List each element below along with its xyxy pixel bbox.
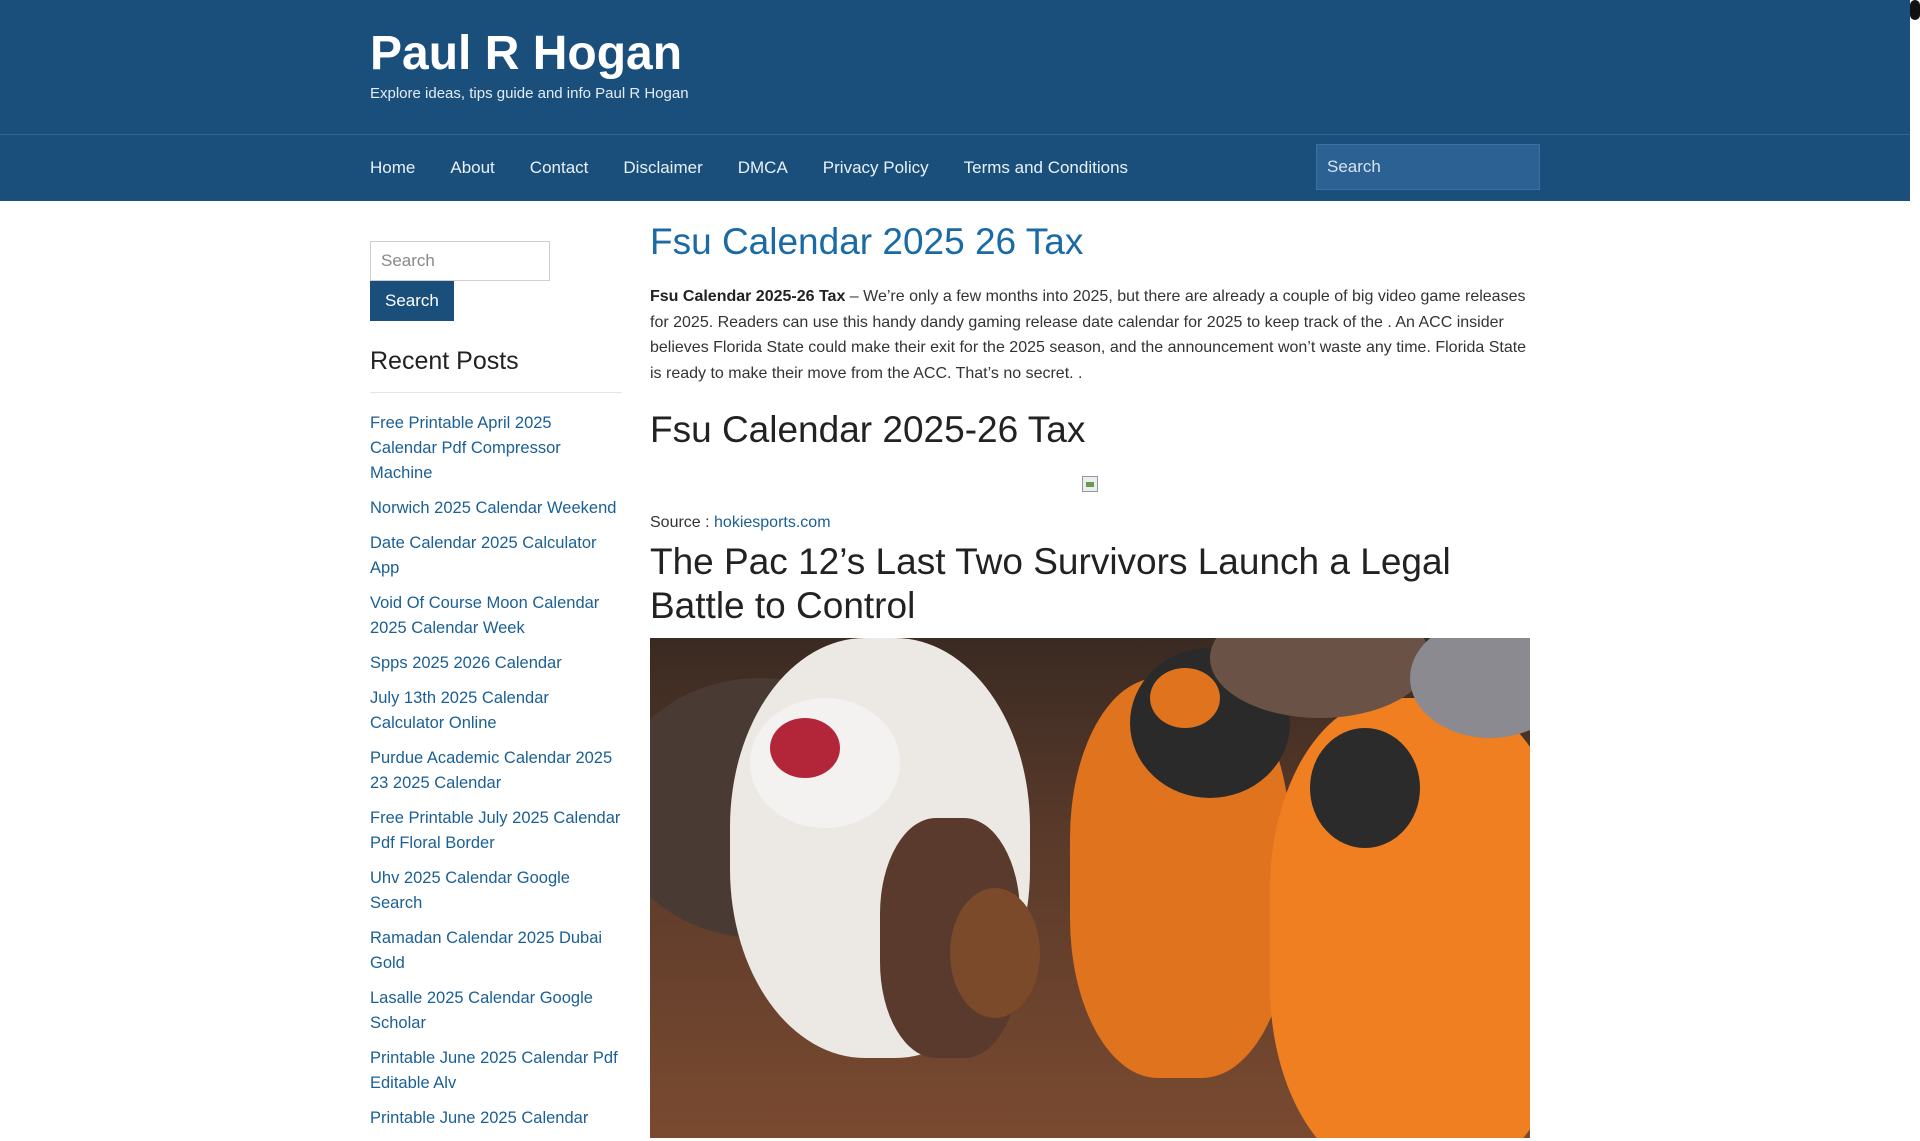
nav-home[interactable]: Home	[370, 158, 415, 178]
recent-post-link[interactable]: Uhv 2025 Calendar Google Search	[370, 869, 570, 912]
broken-image-icon	[1082, 476, 1098, 492]
recent-post-link[interactable]: Printable June 2025 Calendar	[370, 1109, 588, 1127]
article: Fsu Calendar 2025 26 Tax Fsu Calendar 20…	[650, 220, 1530, 1138]
intro-keyword: Fsu Calendar 2025-26 Tax	[650, 288, 846, 305]
article-subheading: Fsu Calendar 2025-26 Tax	[650, 409, 1086, 450]
recent-posts-list: Free Printable April 2025 Calendar Pdf C…	[370, 411, 622, 1131]
nav-privacy-policy[interactable]: Privacy Policy	[823, 158, 929, 178]
list-item: Date Calendar 2025 Calculator App	[370, 531, 622, 581]
recent-post-link[interactable]: Date Calendar 2025 Calculator App	[370, 534, 597, 577]
site-tagline: Explore ideas, tips guide and info Paul …	[370, 85, 689, 102]
nav-search-input[interactable]	[1316, 144, 1540, 190]
recent-post-link[interactable]: Free Printable July 2025 Calendar Pdf Fl…	[370, 809, 620, 852]
list-item: Free Printable April 2025 Calendar Pdf C…	[370, 411, 622, 486]
recent-post-link[interactable]: Ramadan Calendar 2025 Dubai Gold	[370, 929, 602, 972]
recent-post-link[interactable]: Free Printable April 2025 Calendar Pdf C…	[370, 414, 561, 482]
nav-about[interactable]: About	[450, 158, 494, 178]
recent-post-link[interactable]: Lasalle 2025 Calendar Google Scholar	[370, 989, 593, 1032]
article-title: Fsu Calendar 2025 26 Tax	[650, 221, 1084, 262]
list-item: Purdue Academic Calendar 2025 23 2025 Ca…	[370, 746, 622, 796]
list-item: Lasalle 2025 Calendar Google Scholar	[370, 986, 622, 1036]
list-item: Ramadan Calendar 2025 Dubai Gold	[370, 926, 622, 976]
source-link[interactable]: hokiesports.com	[714, 514, 831, 531]
recent-post-link[interactable]: Printable June 2025 Calendar Pdf Editabl…	[370, 1049, 618, 1092]
recent-post-link[interactable]: Purdue Academic Calendar 2025 23 2025 Ca…	[370, 749, 612, 792]
main-navigation: Home About Contact Disclaimer DMCA Priva…	[0, 134, 1910, 201]
nav-disclaimer[interactable]: Disclaimer	[623, 158, 702, 178]
scrollbar-thumb[interactable]	[1910, 0, 1920, 20]
nav-contact[interactable]: Contact	[530, 158, 589, 178]
list-item: July 13th 2025 Calendar Calculator Onlin…	[370, 686, 622, 736]
site-header: Paul R Hogan Explore ideas, tips guide a…	[0, 0, 1910, 134]
sidebar-search-button[interactable]: Search	[370, 281, 454, 321]
article-section-heading: The Pac 12’s Last Two Survivors Launch a…	[650, 541, 1451, 626]
football-photo	[650, 638, 1530, 1138]
image-source: Source : hokiesports.com	[650, 514, 1530, 532]
nav-dmca[interactable]: DMCA	[738, 158, 788, 178]
list-item: Free Printable July 2025 Calendar Pdf Fl…	[370, 806, 622, 856]
sidebar: Search Recent Posts Free Printable April…	[370, 241, 622, 1141]
divider	[370, 392, 622, 393]
article-intro: Fsu Calendar 2025-26 Tax – We’re only a …	[650, 284, 1530, 386]
list-item: Norwich 2025 Calendar Weekend	[370, 496, 622, 521]
list-item: Void Of Course Moon Calendar 2025 Calend…	[370, 591, 622, 641]
list-item: Printable June 2025 Calendar Pdf Editabl…	[370, 1046, 622, 1096]
recent-post-link[interactable]: July 13th 2025 Calendar Calculator Onlin…	[370, 689, 549, 732]
site-title[interactable]: Paul R Hogan	[370, 26, 682, 81]
sidebar-search-input[interactable]	[370, 241, 550, 281]
recent-posts-title: Recent Posts	[370, 347, 519, 375]
recent-post-link[interactable]: Void Of Course Moon Calendar 2025 Calend…	[370, 594, 599, 637]
recent-post-link[interactable]: Norwich 2025 Calendar Weekend	[370, 499, 616, 517]
recent-post-link[interactable]: Spps 2025 2026 Calendar	[370, 654, 562, 672]
source-label: Source :	[650, 514, 715, 531]
list-item: Printable June 2025 Calendar	[370, 1106, 622, 1131]
list-item: Spps 2025 2026 Calendar	[370, 651, 622, 676]
list-item: Uhv 2025 Calendar Google Search	[370, 866, 622, 916]
nav-terms[interactable]: Terms and Conditions	[964, 158, 1128, 178]
